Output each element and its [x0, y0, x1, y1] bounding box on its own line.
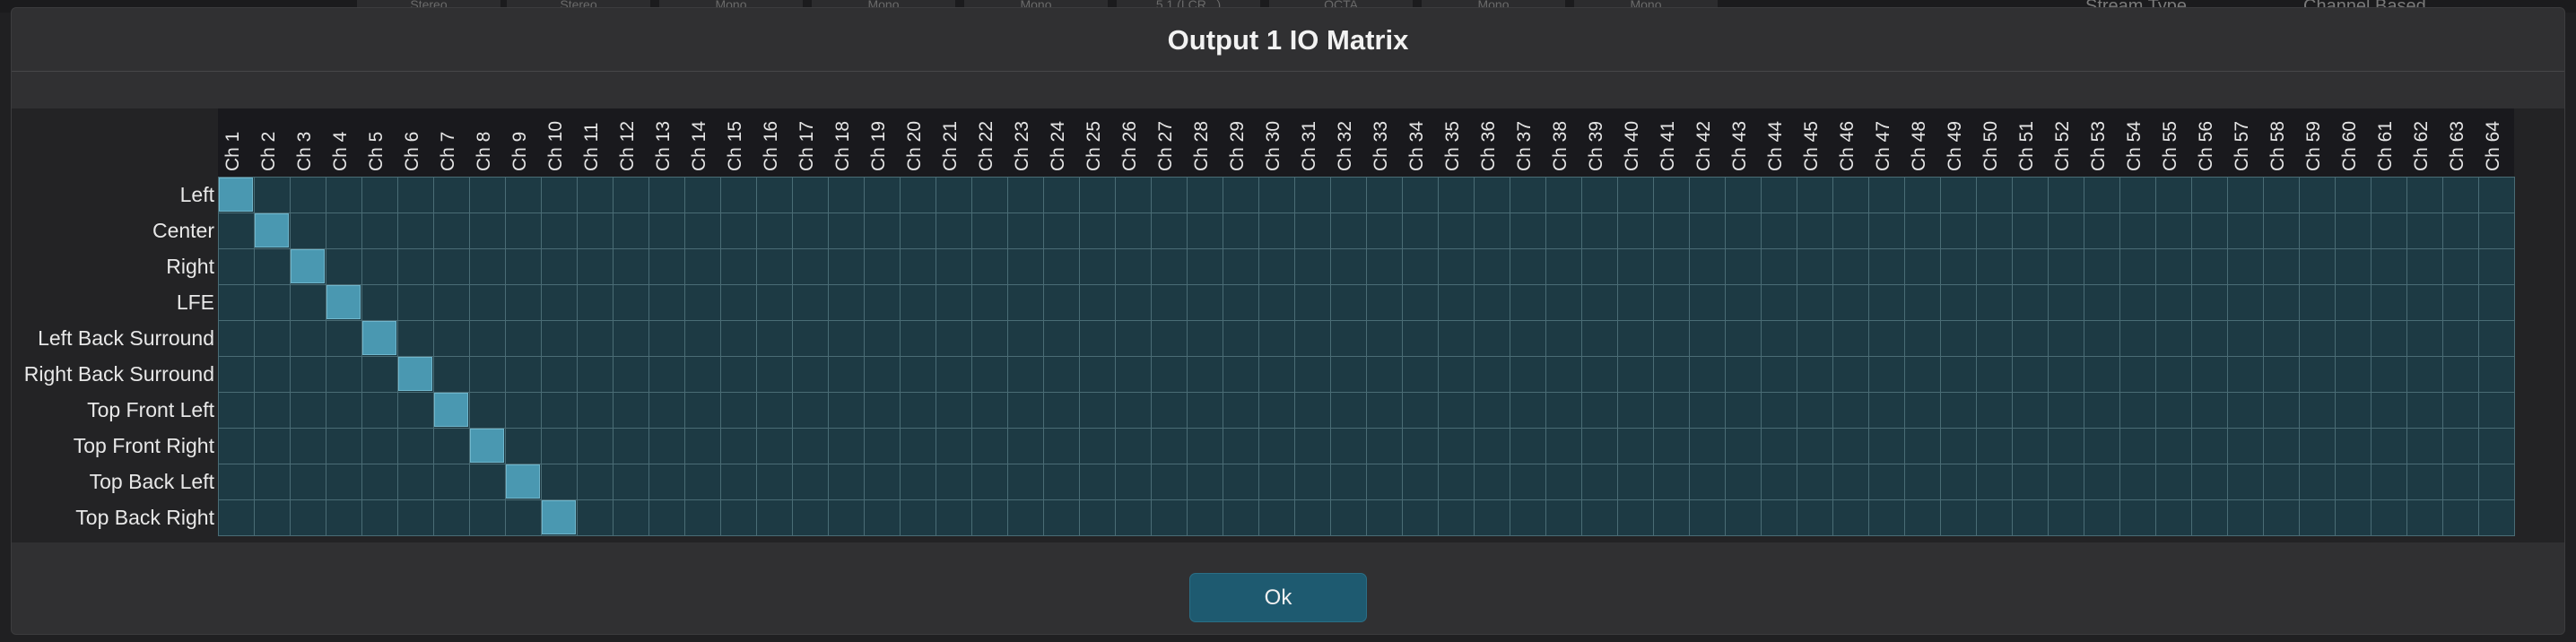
row-header-label: Top Back Left	[89, 470, 214, 493]
row-header-label: Left	[179, 183, 214, 206]
column-header-label: Ch 8	[474, 131, 494, 171]
column-header-label: Ch 18	[832, 120, 853, 171]
column-header-label: Ch 20	[904, 120, 925, 171]
matrix-cell-active[interactable]	[434, 393, 468, 427]
matrix-cell-active[interactable]	[398, 357, 432, 391]
column-header-label: Ch 51	[2016, 120, 2037, 171]
column-header-label: Ch 52	[2052, 120, 2073, 171]
column-header-label: Ch 45	[1801, 120, 1822, 171]
column-header-label: Ch 53	[2088, 120, 2109, 171]
column-header-label: Ch 41	[1658, 120, 1678, 171]
column-header-label: Ch 3	[294, 131, 315, 171]
column-header-label: Ch 1	[222, 131, 243, 171]
column-header-label: Ch 5	[366, 131, 387, 171]
column-header-label: Ch 62	[2411, 120, 2432, 171]
matrix-cell-active[interactable]	[470, 429, 504, 463]
column-header-label: Ch 16	[761, 120, 781, 171]
column-header-label: Ch 30	[1263, 120, 1284, 171]
column-header-label: Ch 47	[1873, 120, 1893, 171]
column-header-label: Ch 19	[868, 120, 889, 171]
column-header-label: Ch 54	[2124, 120, 2145, 171]
column-header-label: Ch 4	[330, 131, 351, 171]
column-header-label: Ch 21	[940, 120, 961, 171]
column-header-label: Ch 33	[1371, 120, 1391, 171]
column-header-label: Ch 55	[2160, 120, 2180, 171]
column-header-label: Ch 61	[2375, 120, 2396, 171]
column-labels: Ch 1 Ch 2 Ch 3 Ch 4 Ch 5 Ch 6 Ch 7 Ch 8 Ch 9 Ch 1…	[218, 108, 2514, 177]
matrix-cell-active[interactable]	[362, 321, 396, 355]
column-header-label: Ch 44	[1765, 120, 1786, 171]
column-header-label: Ch 9	[509, 131, 530, 171]
column-header-label: Ch 10	[545, 120, 566, 171]
column-header-label: Ch 63	[2447, 120, 2467, 171]
column-header-label: Ch 28	[1191, 120, 1212, 171]
matrix-cell-active[interactable]	[291, 249, 325, 283]
column-header-label: Ch 34	[1406, 120, 1427, 171]
row-header-label: Top Front Right	[73, 434, 214, 457]
column-header-label: Ch 27	[1155, 120, 1176, 171]
ok-button[interactable]: Ok	[1189, 573, 1367, 622]
column-header-label: Ch 37	[1514, 120, 1535, 171]
column-header-label: Ch 49	[1945, 120, 1965, 171]
dialog-header: Output 1 IO Matrix	[12, 8, 2564, 72]
row-header-label: Top Front Left	[87, 398, 214, 421]
row-header-label: Left Back Surround	[38, 326, 214, 350]
row-header-label: Right	[166, 255, 214, 278]
matrix-cell-active[interactable]	[506, 464, 540, 499]
column-header-label: Ch 57	[2232, 120, 2252, 171]
column-header-label: Ch 22	[976, 120, 996, 171]
column-header-label: Ch 58	[2267, 120, 2288, 171]
column-header-label: Ch 2	[258, 131, 279, 171]
matrix-cell-active[interactable]	[255, 213, 289, 247]
row-header-label: LFE	[176, 291, 214, 314]
column-header-label: Ch 38	[1550, 120, 1571, 171]
column-header-label: Ch 14	[689, 120, 709, 171]
column-header-label: Ch 11	[581, 122, 602, 171]
column-header-label: Ch 29	[1227, 120, 1248, 171]
column-header-label: Ch 15	[725, 120, 745, 171]
row-header-label: Top Back Right	[75, 506, 214, 529]
matrix-cell-active[interactable]	[542, 500, 576, 534]
column-header-label: Ch 17	[796, 120, 817, 171]
column-header-label: Ch 42	[1693, 120, 1714, 171]
column-header-label: Ch 25	[1083, 120, 1104, 171]
column-header-label: Ch 31	[1299, 120, 1319, 171]
column-header-label: Ch 23	[1012, 120, 1032, 171]
io-matrix-dialog: Output 1 IO Matrix Ch 1 Ch 2 Ch 3 Ch 4 Ch 5C…	[11, 7, 2565, 635]
column-header-label: Ch 56	[2196, 120, 2216, 171]
column-header-label: Ch 40	[1622, 120, 1642, 171]
column-header-label: Ch 24	[1048, 120, 1068, 171]
matrix-cell-active[interactable]	[326, 285, 361, 319]
column-header-label: Ch 36	[1478, 120, 1499, 171]
column-header-label: Ch 6	[402, 131, 422, 171]
routing-grid[interactable]	[218, 177, 2515, 536]
column-header-label: Ch 7	[438, 131, 458, 171]
column-header-label: Ch 35	[1442, 120, 1463, 171]
column-header-label: Ch 50	[1980, 120, 2001, 171]
column-header-label: Ch 32	[1335, 120, 1355, 171]
matrix-cell-active[interactable]	[219, 178, 253, 212]
column-header-label: Ch 13	[653, 120, 674, 171]
row-header-label: Center	[152, 219, 214, 242]
column-header-label: Ch 48	[1909, 120, 1929, 171]
column-header-label: Ch 64	[2483, 120, 2503, 171]
column-header-label: Ch 26	[1119, 120, 1140, 171]
column-header-label: Ch 46	[1837, 120, 1858, 171]
column-header-label: Ch 43	[1729, 120, 1750, 171]
column-header-label: Ch 12	[617, 120, 638, 171]
column-header-label: Ch 39	[1586, 120, 1606, 171]
dialog-title: Output 1 IO Matrix	[1167, 24, 1409, 56]
matrix-panel: Ch 1 Ch 2 Ch 3 Ch 4 Ch 5 Ch 6 Ch 7 Ch 8 Ch 9 Ch 1…	[12, 108, 2564, 542]
column-header-label: Ch 60	[2339, 120, 2360, 171]
row-header-label: Right Back Surround	[23, 362, 214, 386]
column-header-label: Ch 59	[2303, 120, 2324, 171]
